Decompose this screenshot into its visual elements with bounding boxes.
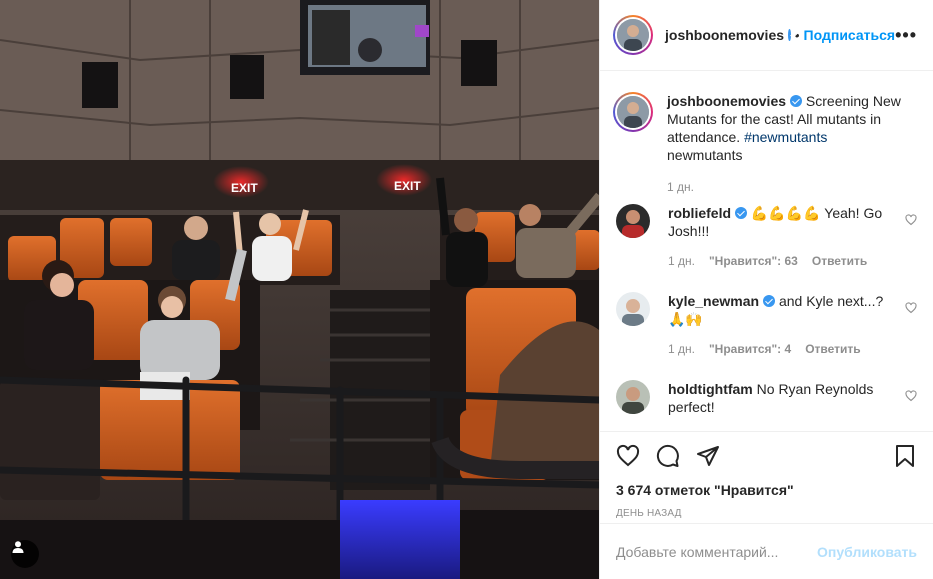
- comment-item: kyle_newman and Kyle next...? 🙏🙌 1 дн. "…: [600, 292, 933, 380]
- post-author-username[interactable]: joshboonemovies: [665, 27, 784, 43]
- avatar-portrait: [616, 380, 650, 414]
- author-avatar-image: [617, 19, 649, 51]
- post-date[interactable]: ДЕНЬ НАЗАД: [616, 508, 917, 519]
- exit-sign-right: EXIT: [394, 179, 421, 193]
- reply-button[interactable]: Ответить: [812, 254, 867, 268]
- likes-count[interactable]: 3 674 отметок "Нравится": [616, 482, 917, 498]
- comment-icon[interactable]: [656, 444, 680, 468]
- exit-sign-left: EXIT: [231, 181, 258, 195]
- verified-badge-icon: [788, 29, 791, 41]
- caption-avatar-image: [617, 96, 649, 128]
- publish-button[interactable]: Опубликовать: [817, 544, 917, 560]
- post-photo[interactable]: EXIT EXIT: [0, 0, 599, 579]
- commenter-avatar[interactable]: [616, 380, 650, 414]
- bookmark-icon[interactable]: [893, 444, 917, 468]
- comment-time[interactable]: 1 дн.: [668, 254, 695, 268]
- follow-button[interactable]: Подписаться: [804, 27, 896, 43]
- comment-username[interactable]: holdtightfam: [668, 381, 753, 397]
- avatar-portrait: [616, 204, 650, 238]
- caption-time[interactable]: 1 дн.: [667, 180, 694, 194]
- comment-username[interactable]: robliefeld: [668, 205, 731, 221]
- post-side-panel: joshboonemovies • Подписаться ••• joshbo…: [599, 0, 933, 579]
- more-options-icon[interactable]: •••: [895, 25, 917, 46]
- share-icon[interactable]: [696, 444, 720, 468]
- comment-likes[interactable]: "Нравится": 63: [709, 254, 798, 268]
- author-avatar[interactable]: [613, 15, 653, 55]
- caption-row: joshboonemovies Screening New Mutants fo…: [600, 72, 933, 204]
- like-comment-heart-icon[interactable]: [905, 302, 917, 314]
- caption-avatar[interactable]: [613, 92, 653, 132]
- avatar-portrait: [617, 19, 649, 51]
- heart-icon[interactable]: [616, 444, 640, 468]
- caption-username[interactable]: joshboonemovies: [667, 93, 786, 109]
- comment-time[interactable]: 1 дн.: [668, 342, 695, 356]
- post-actions: 3 674 отметок "Нравится" ДЕНЬ НАЗАД: [600, 431, 933, 525]
- commenter-avatar[interactable]: [616, 204, 650, 238]
- comments-list[interactable]: joshboonemovies Screening New Mutants fo…: [600, 72, 933, 431]
- comment-input[interactable]: [616, 543, 818, 560]
- comment-item: robliefeld 💪💪💪💪 Yeah! Go Josh!!! 1 дн. "…: [600, 204, 933, 292]
- verified-badge-icon: [763, 295, 776, 307]
- like-comment-heart-icon[interactable]: [905, 390, 917, 402]
- tagged-users-button[interactable]: [11, 540, 39, 568]
- theater-photo-illustration: EXIT EXIT: [0, 0, 599, 579]
- caption-extra: newmutants: [667, 147, 743, 163]
- commenter-avatar[interactable]: [616, 292, 650, 326]
- avatar-portrait: [617, 96, 649, 128]
- comment-username[interactable]: kyle_newman: [668, 293, 759, 309]
- like-comment-heart-icon[interactable]: [905, 214, 917, 226]
- comment-likes[interactable]: "Нравится": 4: [709, 342, 791, 356]
- reply-button[interactable]: Ответить: [805, 342, 860, 356]
- comment-item: holdtightfam No Ryan Reynolds perfect!: [600, 380, 933, 431]
- avatar-portrait: [616, 292, 650, 326]
- post-header: joshboonemovies • Подписаться •••: [600, 0, 933, 71]
- user-icon: [12, 541, 24, 553]
- verified-badge-icon: [790, 95, 803, 107]
- add-comment-form: Опубликовать: [600, 523, 933, 579]
- verified-badge-icon: [735, 207, 748, 219]
- caption-hashtag[interactable]: #newmutants: [744, 129, 827, 145]
